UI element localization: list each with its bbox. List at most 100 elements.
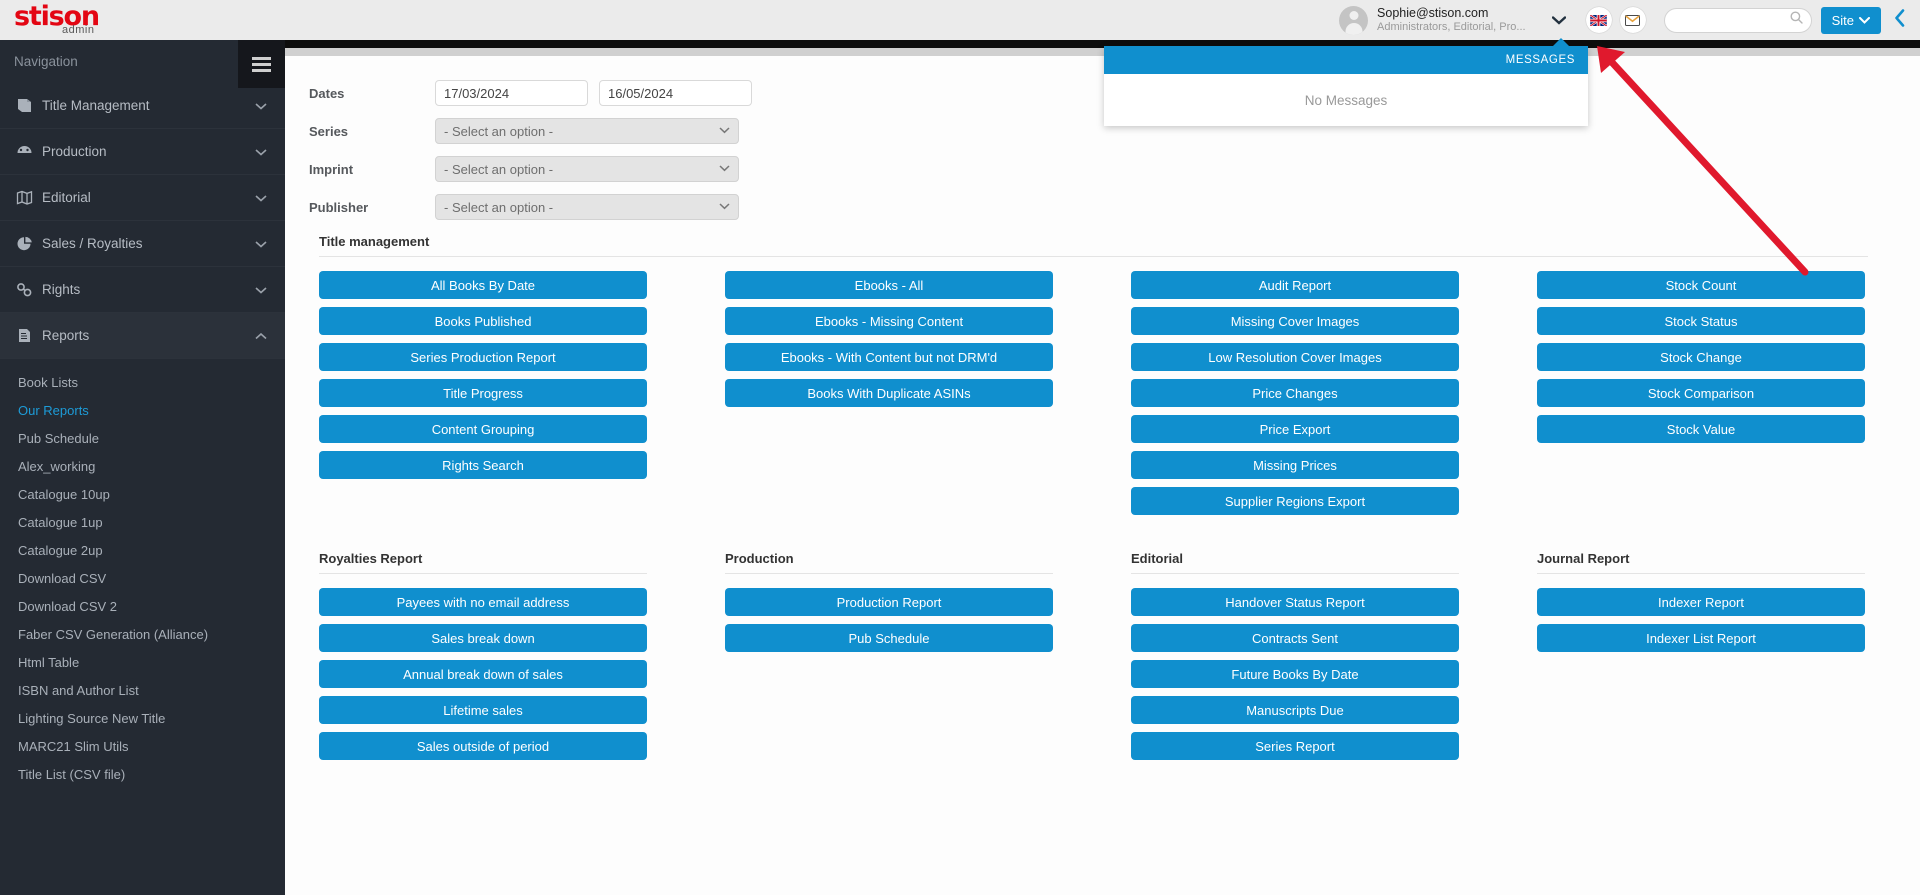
series-select-value: - Select an option - [444,123,554,139]
sidebar-item-production[interactable]: Production [0,129,285,175]
sidebar-subitem-isbn-author-list[interactable]: ISBN and Author List [0,676,285,704]
report-button[interactable]: Ebooks - All [725,271,1053,299]
report-button[interactable]: Lifetime sales [319,696,647,724]
brand-subtitle: admin [62,24,95,36]
report-button[interactable]: Contracts Sent [1131,624,1459,652]
sidebar-subitem-catalogue-1up[interactable]: Catalogue 1up [0,508,285,536]
sidebar-label: Sales / Royalties [42,236,143,251]
report-button[interactable]: Books Published [319,307,647,335]
user-email: Sophie@stison.com [1377,5,1489,20]
sidebar-subitem-download-csv[interactable]: Download CSV [0,564,285,592]
report-button[interactable]: Content Grouping [319,415,647,443]
sidebar-subitem-alex-working[interactable]: Alex_working [0,452,285,480]
messages-button[interactable] [1619,7,1646,33]
report-button[interactable]: Low Resolution Cover Images [1131,343,1459,371]
search-icon [1790,11,1803,29]
sidebar-subitem-title-list-csv[interactable]: Title List (CSV file) [0,760,285,788]
report-button[interactable]: Indexer List Report [1537,624,1865,652]
date-to-input[interactable] [599,80,752,106]
report-button[interactable]: Stock Value [1537,415,1865,443]
collapse-panel-button[interactable] [1894,8,1906,32]
series-select[interactable]: - Select an option - [435,118,739,144]
report-button[interactable]: Series Production Report [319,343,647,371]
user-info: Sophie@stison.com Administrators, Editor… [1377,5,1526,34]
sidebar-label: Rights [42,282,81,297]
document-icon [16,328,42,343]
sidebar-item-sales-royalties[interactable]: Sales / Royalties [0,221,285,267]
messages-dropdown: MESSAGES No Messages [1104,38,1588,126]
report-button[interactable]: Stock Status [1537,307,1865,335]
report-button[interactable]: Stock Count [1537,271,1865,299]
report-button[interactable]: Stock Change [1537,343,1865,371]
report-button[interactable]: Ebooks - With Content but not DRM'd [725,343,1053,371]
chevron-down-icon[interactable] [1551,13,1566,28]
sidebar-subitem-lighting-source[interactable]: Lighting Source New Title [0,704,285,732]
report-button[interactable]: Missing Cover Images [1131,307,1459,335]
group-editorial: Editorial [1131,551,1459,574]
button-column-royalties: Payees with no email address Sales break… [319,588,647,760]
search-box[interactable] [1663,7,1812,33]
user-roles: Administrators, Editorial, Pro... [1377,20,1526,33]
publisher-label: Publisher [309,199,369,215]
main-content: Dates Series - Select an option - Imprin… [285,56,1920,895]
publisher-select[interactable]: - Select an option - [435,194,739,220]
sidebar-subitem-catalogue-2up[interactable]: Catalogue 2up [0,536,285,564]
report-button[interactable]: Manuscripts Due [1131,696,1459,724]
sidebar: Navigation Title Management Production E… [0,40,285,895]
sidebar-item-editorial[interactable]: Editorial [0,175,285,221]
report-button[interactable]: Sales break down [319,624,647,652]
hamburger-icon[interactable] [238,40,285,88]
report-button[interactable]: Pub Schedule [725,624,1053,652]
sidebar-subitem-html-table[interactable]: Html Table [0,648,285,676]
chevron-down-icon [255,145,267,159]
gauge-icon [16,144,42,159]
imprint-select-value: - Select an option - [444,161,554,177]
group-divider [319,573,647,574]
site-button[interactable]: Site [1820,6,1881,34]
sidebar-subitem-our-reports[interactable]: Our Reports [0,396,285,424]
report-button[interactable]: Stock Comparison [1537,379,1865,407]
sidebar-item-rights[interactable]: Rights [0,267,285,313]
chevron-down-icon [719,163,730,175]
report-button[interactable]: All Books By Date [319,271,647,299]
lower-button-grid: Payees with no email address Sales break… [319,588,1882,760]
dropdown-caret-icon [1552,38,1570,47]
group-divider [725,573,1053,574]
date-from-input[interactable] [435,80,588,106]
report-button[interactable]: Price Changes [1131,379,1459,407]
imprint-select[interactable]: - Select an option - [435,156,739,182]
report-button[interactable]: Handover Status Report [1131,588,1459,616]
sidebar-subitem-download-csv-2[interactable]: Download CSV 2 [0,592,285,620]
chevron-down-icon [255,191,267,205]
report-button[interactable]: Price Export [1131,415,1459,443]
chevron-down-icon [255,283,267,297]
report-button[interactable]: Title Progress [319,379,647,407]
button-column-3: Audit Report Missing Cover Images Low Re… [1131,271,1459,515]
chevron-up-icon [255,329,267,343]
report-button[interactable]: Rights Search [319,451,647,479]
report-button[interactable]: Ebooks - Missing Content [725,307,1053,335]
sidebar-subitem-book-lists[interactable]: Book Lists [0,368,285,396]
sidebar-subitem-faber-csv[interactable]: Faber CSV Generation (Alliance) [0,620,285,648]
sidebar-item-reports[interactable]: Reports [0,313,285,359]
search-input[interactable] [1676,12,1790,28]
sidebar-subitem-marc21-slim[interactable]: MARC21 Slim Utils [0,732,285,760]
report-button[interactable]: Payees with no email address [319,588,647,616]
report-button[interactable]: Books With Duplicate ASINs [725,379,1053,407]
report-button[interactable]: Indexer Report [1537,588,1865,616]
report-button[interactable]: Production Report [725,588,1053,616]
sidebar-subitem-catalogue-10up[interactable]: Catalogue 10up [0,480,285,508]
sidebar-item-title-management[interactable]: Title Management [0,83,285,129]
report-button[interactable]: Supplier Regions Export [1131,487,1459,515]
brand-logo[interactable]: stison admin [0,0,285,40]
report-button[interactable]: Sales outside of period [319,732,647,760]
language-button[interactable] [1585,7,1612,33]
report-button[interactable]: Series Report [1131,732,1459,760]
user-account-menu[interactable]: Sophie@stison.com Administrators, Editor… [1339,0,1586,40]
report-button[interactable]: Audit Report [1131,271,1459,299]
button-column-editorial: Handover Status Report Contracts Sent Fu… [1131,588,1459,760]
report-button[interactable]: Annual break down of sales [319,660,647,688]
report-button[interactable]: Missing Prices [1131,451,1459,479]
sidebar-subitem-pub-schedule[interactable]: Pub Schedule [0,424,285,452]
report-button[interactable]: Future Books By Date [1131,660,1459,688]
